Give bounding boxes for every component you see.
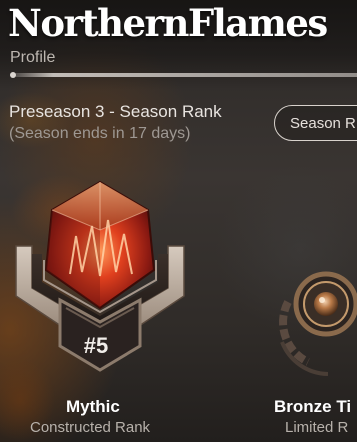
app-logo: NorthernFlames: [8, 1, 328, 45]
bronze-emblem-graphic: [279, 271, 357, 376]
constructed-rank-tier: Mythic: [66, 397, 120, 416]
header-divider-cap: [10, 72, 16, 78]
season-rank-title: Preseason 3 - Season Rank: [9, 102, 222, 121]
season-rank-button[interactable]: Season R: [274, 105, 357, 141]
season-end-countdown: (Season ends in 17 days): [9, 125, 191, 142]
limited-rank-tier: Bronze Ti: [274, 397, 352, 416]
mythic-rank-position: #5: [83, 333, 109, 358]
constructed-rank-label: Constructed Rank: [30, 419, 151, 436]
profile-screen: NorthernFlames Profile Preseason 3 - Sea…: [0, 0, 357, 442]
limited-rank-label: Limited R: [285, 419, 349, 436]
breadcrumb[interactable]: Profile: [10, 49, 55, 67]
header-divider: [10, 73, 357, 77]
bronze-rank-emblem-icon[interactable]: [268, 262, 357, 377]
